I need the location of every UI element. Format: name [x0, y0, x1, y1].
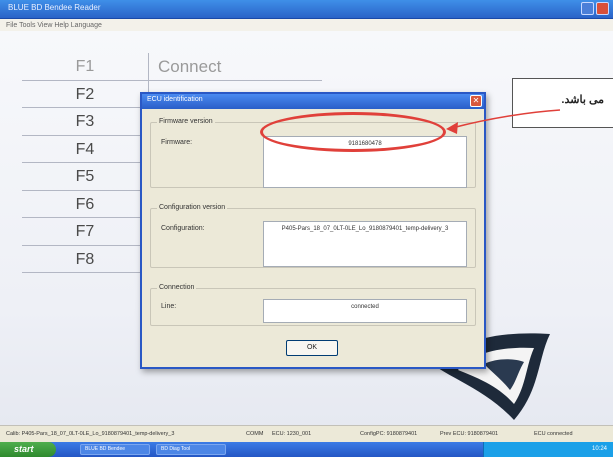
status-connection: ECU connected [534, 431, 573, 437]
configuration-label: Configuration: [161, 225, 205, 232]
status-calib: Calib: P405-Pars_18_07_0LT-0LE_Lo_918087… [6, 431, 175, 437]
menu-items[interactable]: File Tools View Help Language [6, 22, 102, 29]
annotation-ellipse [260, 112, 446, 152]
fkey-label: F2 [75, 85, 95, 103]
menu-bar[interactable]: File Tools View Help Language [0, 19, 613, 31]
fkey-row-f1[interactable]: F1 Connect [22, 53, 322, 81]
fkey-label: F6 [75, 195, 95, 213]
fkey-label: F5 [75, 168, 95, 185]
configuration-field[interactable]: P405-Pars_18_07_0LT-0LE_Lo_9180879401_te… [263, 221, 467, 267]
dialog-title: ECU identification [147, 96, 203, 103]
start-button[interactable]: start [0, 442, 56, 457]
status-config: ConfigPC: 9180879401 [360, 431, 418, 437]
system-tray: 10:24 [483, 442, 613, 457]
configuration-section-title: Configuration version [157, 204, 228, 211]
dialog-close-icon[interactable]: ✕ [470, 95, 482, 107]
connection-label: Line: [161, 303, 177, 310]
status-comm: COMM [246, 431, 264, 437]
fkey-action: Connect [158, 57, 222, 76]
taskbar-item[interactable]: BLUE BD Bendee [80, 444, 150, 455]
ok-button[interactable]: OK [286, 340, 338, 356]
annotation-text: می باشد. [561, 94, 604, 106]
close-window-button[interactable] [596, 2, 609, 15]
window-titlebar: BLUE BD Bendee Reader [0, 0, 613, 19]
status-ecu: ECU: 1230_001 [272, 431, 312, 437]
fkey-label: F8 [75, 250, 95, 268]
connection-group: Connection Line: connected [150, 284, 476, 326]
status-prev: Prev ECU: 9180879401 [440, 431, 499, 437]
dialog-titlebar: ECU identification ✕ [142, 94, 484, 109]
minimize-button[interactable] [581, 2, 594, 15]
configuration-group: Configuration version Configuration: P40… [150, 204, 476, 268]
taskbar: start BLUE BD Bendee BD Diag Tool 10:24 [0, 442, 613, 457]
firmware-label: Firmware: [161, 139, 193, 146]
connection-field[interactable]: connected [263, 299, 467, 323]
fkey-label: F7 [75, 223, 95, 240]
fkey-label: F1 [75, 58, 95, 75]
annotation-callout: می باشد. [512, 78, 613, 128]
status-bar: Calib: P405-Pars_18_07_0LT-0LE_Lo_918087… [0, 425, 613, 442]
clock: 10:24 [591, 446, 607, 452]
taskbar-item[interactable]: BD Diag Tool [156, 444, 226, 455]
connection-section-title: Connection [157, 284, 197, 291]
fkey-label: F3 [75, 113, 95, 130]
firmware-section-title: Firmware version [157, 118, 215, 125]
fkey-label: F4 [75, 140, 95, 158]
window-title: BLUE BD Bendee Reader [8, 3, 101, 12]
